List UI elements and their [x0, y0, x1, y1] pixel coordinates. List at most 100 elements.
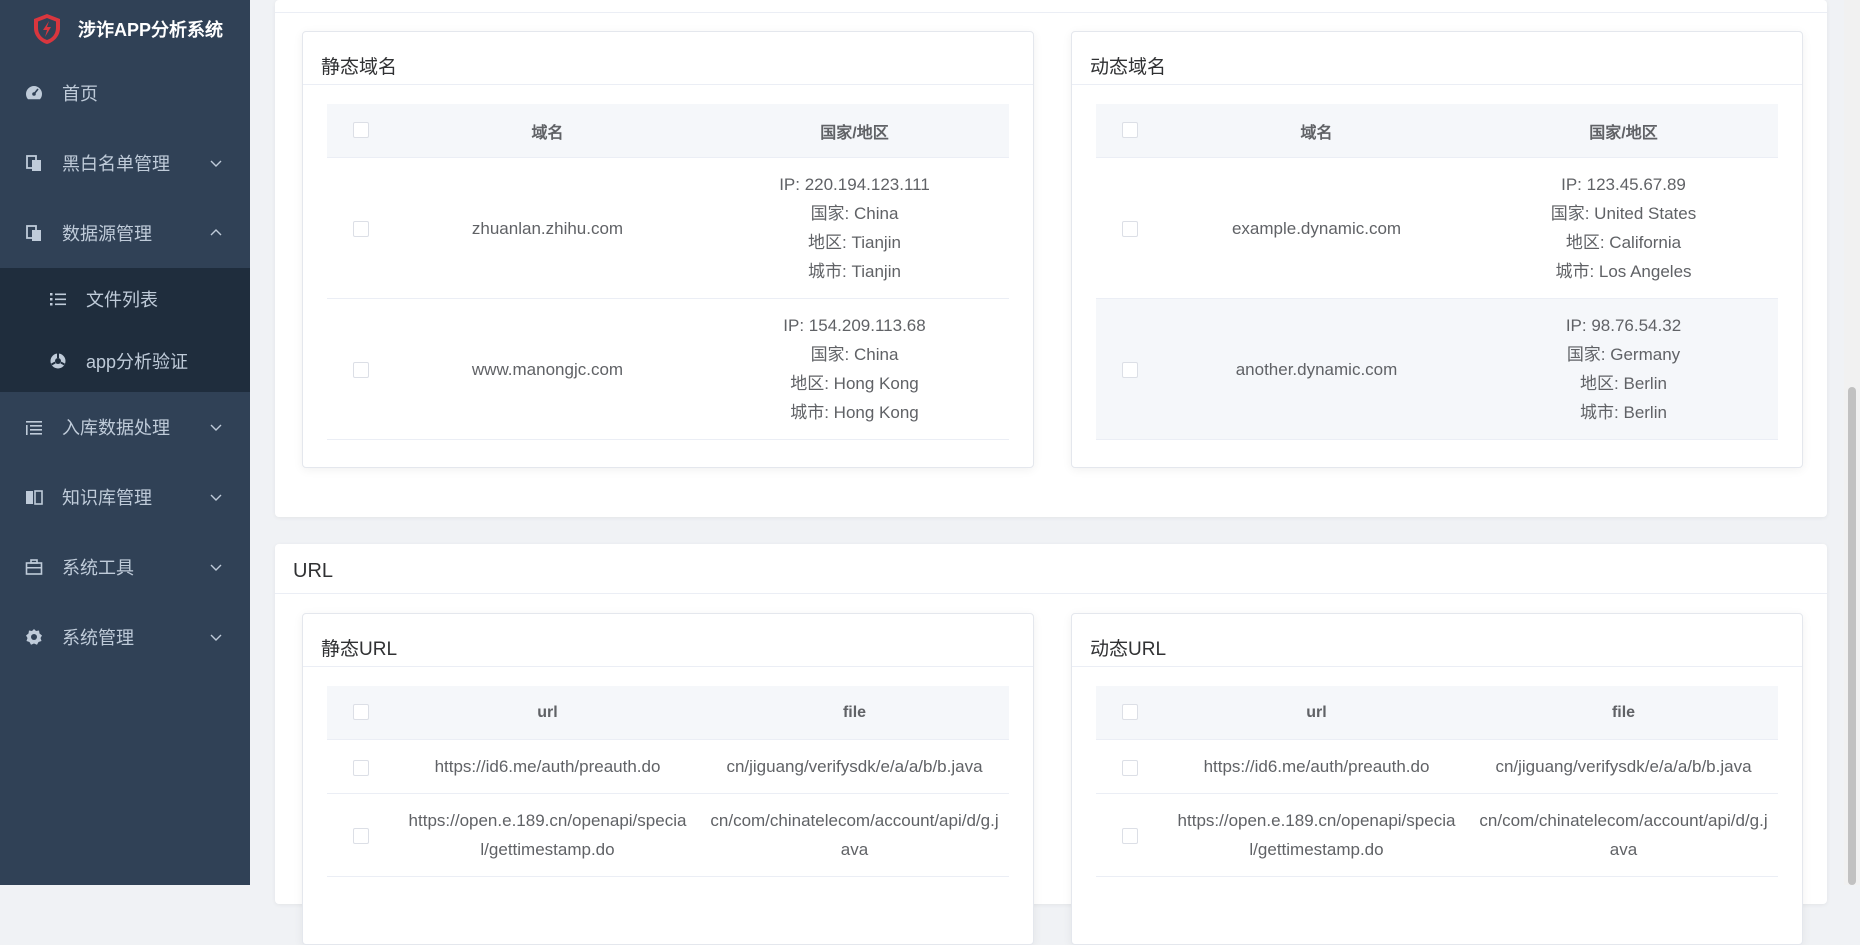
divider — [303, 666, 1033, 667]
datasource-submenu: 文件列表 app分析验证 — [0, 268, 250, 392]
country-text: 国家: China — [810, 345, 899, 364]
sidebar-item-blacklist[interactable]: 黑白名单管理 — [0, 128, 250, 198]
select-all-cell — [1096, 104, 1164, 158]
shield-logo-icon — [34, 14, 60, 44]
row-select-cell — [327, 739, 395, 794]
row-checkbox[interactable] — [1122, 828, 1138, 845]
sidebar-item-label: 系统工具 — [62, 558, 134, 578]
domain-cell: www.manongjc.com — [395, 298, 700, 440]
select-all-checkbox[interactable] — [353, 704, 369, 721]
column-header: 域名 — [1164, 104, 1469, 158]
country-text: 国家: Germany — [1566, 345, 1681, 364]
sidebar: 涉诈APP分析系统 首页 黑白名单管理 数据源管理 文件列表 app分析验证 入… — [0, 0, 250, 885]
sidebar-item-system[interactable]: 系统管理 — [0, 602, 250, 672]
table-row[interactable]: https://open.e.189.cn/openapi/special/ge… — [327, 793, 1009, 877]
select-all-cell — [327, 686, 395, 740]
sidebar-item-tools[interactable]: 系统工具 — [0, 532, 250, 602]
sidebar-item-label: 入库数据处理 — [62, 418, 170, 438]
scrollbar-thumb[interactable] — [1848, 387, 1856, 885]
url-section-card: URL 静态URL url file https://id6.me/auth/p… — [275, 544, 1827, 945]
geo-cell: IP: 154.209.113.68 国家: China 地区: Hong Ko… — [700, 298, 1009, 440]
file-cell: cn/com/chinatelecom/account/api/d/g.java — [1469, 793, 1778, 877]
analysis-icon — [48, 351, 68, 371]
row-checkbox[interactable] — [1122, 221, 1138, 238]
row-select-cell — [1096, 157, 1164, 299]
column-header: file — [700, 686, 1009, 740]
row-checkbox[interactable] — [353, 828, 369, 845]
sidebar-item-knowledge[interactable]: 知识库管理 — [0, 462, 250, 532]
city-text: 城市: Los Angeles — [1555, 262, 1692, 281]
sidebar-item-ingest[interactable]: 入库数据处理 — [0, 392, 250, 462]
sidebar-subitem-app-analysis[interactable]: app分析验证 — [0, 330, 250, 392]
row-select-cell — [327, 298, 395, 440]
static-url-card: 静态URL url file https://id6.me/auth/preau… — [302, 613, 1034, 945]
table-row[interactable]: zhuanlan.zhihu.com IP: 220.194.123.111 国… — [327, 157, 1009, 299]
url-cell: https://id6.me/auth/preauth.do — [1164, 739, 1469, 794]
sidebar-subitem-label: 文件列表 — [86, 290, 158, 310]
sidebar-item-label: 数据源管理 — [62, 224, 152, 244]
region-text: 地区: Tianjin — [808, 233, 901, 252]
row-checkbox[interactable] — [353, 221, 369, 238]
sidebar-subitem-label: app分析验证 — [86, 352, 189, 372]
row-checkbox[interactable] — [353, 362, 369, 379]
divider — [303, 84, 1033, 85]
divider — [1072, 84, 1802, 85]
table-row[interactable]: https://id6.me/auth/preauth.do cn/jiguan… — [327, 739, 1009, 794]
static-url-table: url file https://id6.me/auth/preauth.do … — [327, 686, 1009, 877]
table-row[interactable]: another.dynamic.com IP: 98.76.54.32 国家: … — [1096, 298, 1778, 440]
logo-row[interactable]: 涉诈APP分析系统 — [0, 0, 250, 58]
region-text: 地区: Berlin — [1580, 374, 1667, 393]
geo-cell: IP: 220.194.123.111 国家: China 地区: Tianji… — [700, 157, 1009, 299]
row-checkbox[interactable] — [353, 759, 369, 776]
sidebar-item-label: 首页 — [62, 84, 98, 104]
dynamic-url-title: 动态URL — [1090, 639, 1167, 660]
dashboard-icon — [24, 83, 44, 103]
sidebar-item-datasource[interactable]: 数据源管理 — [0, 198, 250, 268]
row-checkbox[interactable] — [1122, 362, 1138, 379]
ip-text: IP: 220.194.123.111 — [779, 175, 930, 194]
sidebar-item-home[interactable]: 首页 — [0, 58, 250, 128]
table-row[interactable]: example.dynamic.com IP: 123.45.67.89 国家:… — [1096, 157, 1778, 299]
file-cell: cn/com/chinatelecom/account/api/d/g.java — [700, 793, 1009, 877]
geo-cell: IP: 98.76.54.32 国家: Germany 地区: Berlin 城… — [1469, 298, 1778, 440]
select-all-checkbox[interactable] — [1122, 704, 1138, 721]
vertical-scrollbar[interactable] — [1844, 0, 1860, 885]
column-header: url — [395, 686, 700, 740]
table-row[interactable]: https://open.e.189.cn/openapi/special/ge… — [1096, 793, 1778, 877]
dynamic-domain-card: 动态域名 域名 国家/地区 example.dynamic.com IP: 12… — [1071, 31, 1803, 468]
divider — [275, 12, 1827, 13]
table-row[interactable]: https://id6.me/auth/preauth.do cn/jiguan… — [1096, 739, 1778, 794]
chevron-down-icon — [210, 634, 222, 641]
sidebar-item-label: 黑白名单管理 — [62, 154, 170, 174]
country-text: 国家: China — [810, 204, 899, 223]
region-text: 地区: California — [1565, 233, 1682, 252]
static-url-title: 静态URL — [321, 639, 398, 660]
select-all-checkbox[interactable] — [353, 122, 369, 139]
sidebar-item-label: 系统管理 — [62, 628, 134, 648]
sidebar-subitem-file-list[interactable]: 文件列表 — [0, 268, 250, 330]
ip-text: IP: 98.76.54.32 — [1565, 316, 1682, 335]
dynamic-domain-title: 动态域名 — [1090, 57, 1167, 78]
ip-text: IP: 154.209.113.68 — [783, 316, 926, 335]
row-select-cell — [1096, 298, 1164, 440]
select-all-checkbox[interactable] — [1122, 122, 1138, 139]
list-icon — [48, 289, 68, 309]
column-header: 域名 — [395, 104, 700, 158]
domain-cell: another.dynamic.com — [1164, 298, 1469, 440]
sort-list-icon — [24, 417, 44, 437]
column-header: 国家/地区 — [700, 104, 1009, 158]
documents-icon — [24, 223, 44, 243]
column-header: 国家/地区 — [1469, 104, 1778, 158]
domain-section-card: 静态域名 域名 国家/地区 zhuanlan.zhihu.com IP: 220… — [275, 0, 1827, 517]
dynamic-url-card: 动态URL url file https://id6.me/auth/preau… — [1071, 613, 1803, 945]
table-row[interactable]: www.manongjc.com IP: 154.209.113.68 国家: … — [327, 298, 1009, 440]
row-checkbox[interactable] — [1122, 759, 1138, 776]
city-text: 城市: Hong Kong — [790, 403, 919, 422]
static-domain-title: 静态域名 — [321, 57, 398, 78]
row-select-cell — [1096, 793, 1164, 877]
chevron-up-icon — [210, 229, 222, 236]
sidebar-item-label: 知识库管理 — [62, 488, 152, 508]
dynamic-url-table: url file https://id6.me/auth/preauth.do … — [1096, 686, 1778, 877]
column-header: url — [1164, 686, 1469, 740]
region-text: 地区: Hong Kong — [790, 374, 919, 393]
